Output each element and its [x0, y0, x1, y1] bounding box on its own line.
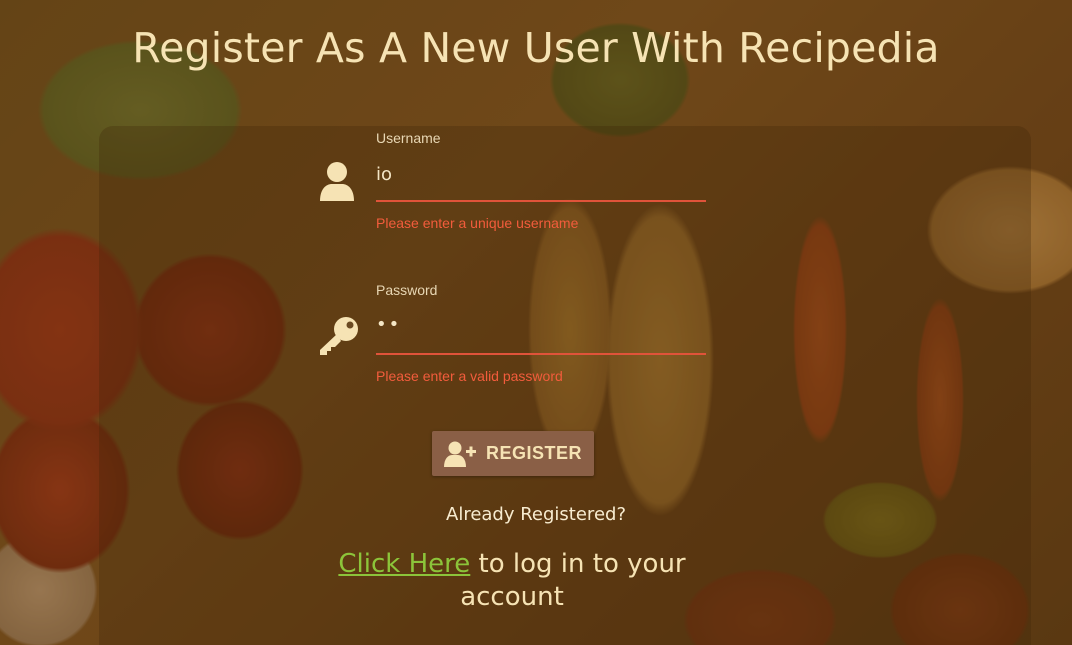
password-underline	[376, 353, 706, 355]
login-prompt: Click Here to log in to your account	[312, 548, 712, 614]
password-error: Please enter a valid password	[376, 368, 563, 384]
login-link[interactable]: Click Here	[338, 549, 470, 579]
login-prompt-suffix: to log in to your account	[460, 549, 686, 612]
password-label: Password	[376, 282, 438, 298]
username-input[interactable]	[376, 160, 696, 188]
username-label: Username	[376, 130, 441, 146]
user-plus-icon	[443, 441, 476, 467]
register-button[interactable]: REGISTER	[432, 431, 594, 476]
already-registered-text: Already Registered?	[446, 504, 626, 525]
password-input[interactable]: ••	[376, 314, 696, 342]
username-error: Please enter a unique username	[376, 215, 579, 231]
register-button-label: REGISTER	[485, 443, 582, 463]
username-underline	[376, 200, 706, 202]
page-title: Register As A New User With Recipedia	[132, 24, 940, 72]
key-icon	[320, 317, 358, 355]
user-icon	[320, 162, 354, 201]
